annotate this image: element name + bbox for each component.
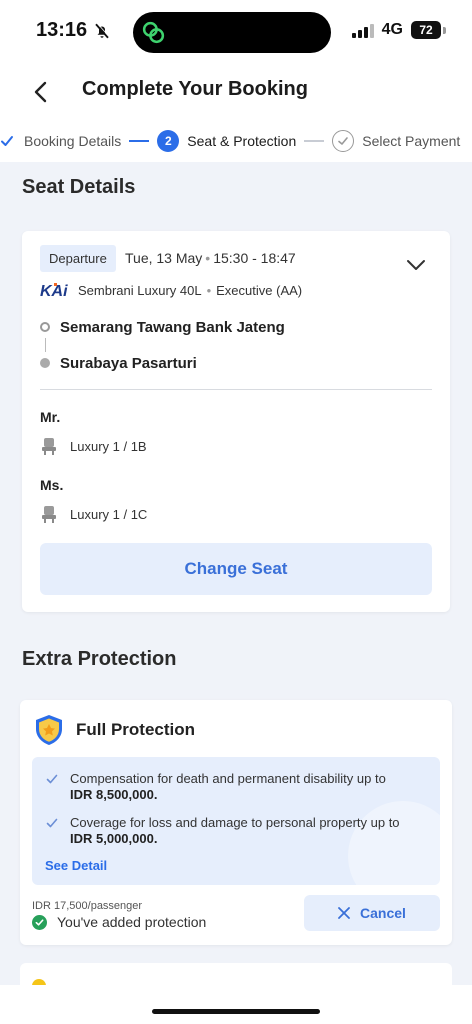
origin-name: Semarang Tawang Bank Jateng (60, 318, 285, 336)
see-detail-link[interactable]: See Detail (45, 858, 107, 873)
protection-benefits: Compensation for death and permanent dis… (32, 757, 440, 885)
cancel-label: Cancel (360, 905, 406, 921)
checkmark-icon (46, 774, 58, 784)
seat-icon (42, 438, 56, 455)
origin-dot-icon (40, 322, 50, 332)
destination-name: Surabaya Pasarturi (60, 354, 197, 372)
seat-details-card: Departure Tue, 13 May • 15:30 - 18:47 KAi … (22, 231, 450, 612)
booking-stepper: Booking Details 2 Seat & Protection Sele… (0, 120, 472, 162)
circle-check-icon (332, 130, 355, 152)
passenger-title: Ms. (40, 477, 64, 493)
step-label: Booking Details (24, 133, 122, 149)
benefit-item: Compensation for death and permanent dis… (46, 771, 420, 803)
seat-row: Luxury 1 / 1C (40, 505, 147, 523)
shield-icon (36, 715, 62, 745)
expand-button[interactable] (402, 251, 430, 279)
step-connector (129, 140, 150, 142)
check-circle-icon (32, 914, 47, 930)
checkmark-icon (0, 132, 16, 150)
dynamic-island (133, 12, 331, 53)
benefit-item: Coverage for loss and damage to personal… (46, 815, 420, 847)
bottom-bar (0, 985, 472, 1024)
benefit-text: Coverage for loss and damage to personal… (70, 815, 400, 830)
seat-label: Luxury 1 / 1C (70, 506, 148, 522)
seat-details-heading: Seat Details (22, 176, 136, 198)
status-time: 13:16 (36, 19, 111, 42)
step-label: Select Payment (362, 133, 461, 149)
kai-logo-icon: KAi (40, 283, 68, 299)
chevron-down-icon (407, 260, 425, 270)
train-class: Executive (AA) (216, 282, 303, 298)
link-app-icon (142, 21, 165, 44)
seat-icon (42, 506, 56, 523)
cancel-protection-button[interactable]: Cancel (304, 895, 440, 931)
chevron-left-icon (34, 81, 47, 103)
step-select-payment: Select Payment (332, 130, 460, 152)
change-seat-button[interactable]: Change Seat (40, 543, 432, 595)
added-text: You've added protection (57, 914, 207, 930)
seat-label: Luxury 1 / 1B (70, 438, 147, 454)
step-booking-details[interactable]: Booking Details (0, 132, 121, 150)
close-icon (338, 907, 350, 919)
step-seat-protection: 2 Seat & Protection (157, 130, 296, 152)
back-button[interactable] (28, 78, 52, 106)
clock-text: 13:16 (36, 19, 88, 41)
departure-datetime: Tue, 13 May • 15:30 - 18:47 (125, 250, 296, 266)
page-title: Complete Your Booking (82, 78, 308, 100)
passenger-title: Mr. (40, 409, 61, 425)
battery-icon: 72 (411, 21, 446, 39)
benefit-amount: IDR 8,500,000. (70, 787, 158, 802)
signal-icon (351, 22, 374, 38)
departure-badge: Departure (40, 245, 116, 272)
departure-time: 15:30 - 18:47 (213, 250, 296, 266)
step-connector (304, 140, 325, 142)
train-name: Sembrani Luxury 40L (78, 282, 202, 298)
status-indicators: 4G 72 (351, 21, 446, 39)
step-number: 2 (157, 130, 180, 152)
passenger-1: Mr. Luxury 1 / 1B (40, 409, 147, 455)
step-label: Seat & Protection (187, 133, 297, 149)
passenger-2: Ms. Luxury 1 / 1C (40, 477, 147, 523)
home-indicator[interactable] (152, 1009, 320, 1014)
protection-price: IDR 17,500/passenger (32, 900, 143, 912)
battery-level: 72 (411, 21, 441, 39)
divider (40, 389, 432, 390)
protection-title: Full Protection (76, 720, 195, 739)
benefit-text: Compensation for death and permanent dis… (70, 771, 386, 786)
app-header: Complete Your Booking (0, 64, 472, 120)
bell-slash-icon (95, 22, 110, 38)
route: Semarang Tawang Bank Jateng Surabaya Pas… (40, 316, 285, 374)
departure-date: Tue, 13 May (125, 250, 203, 266)
extra-protection-heading: Extra Protection (22, 648, 177, 670)
destination-station: Surabaya Pasarturi (40, 352, 285, 374)
origin-station: Semarang Tawang Bank Jateng (40, 316, 285, 338)
network-label: 4G (381, 21, 403, 38)
protection-added-status: You've added protection (32, 914, 206, 930)
route-line (44, 338, 46, 352)
checkmark-icon (46, 818, 58, 828)
status-bar: 13:16 4G 72 (0, 0, 472, 64)
train-info: KAi Sembrani Luxury 40L • Executive (AA) (40, 282, 303, 300)
benefit-amount: IDR 5,000,000. (70, 831, 158, 846)
seat-row: Luxury 1 / 1B (40, 437, 147, 455)
destination-dot-icon (40, 358, 50, 368)
full-protection-card: Full Protection Compensation for death a… (20, 700, 452, 945)
